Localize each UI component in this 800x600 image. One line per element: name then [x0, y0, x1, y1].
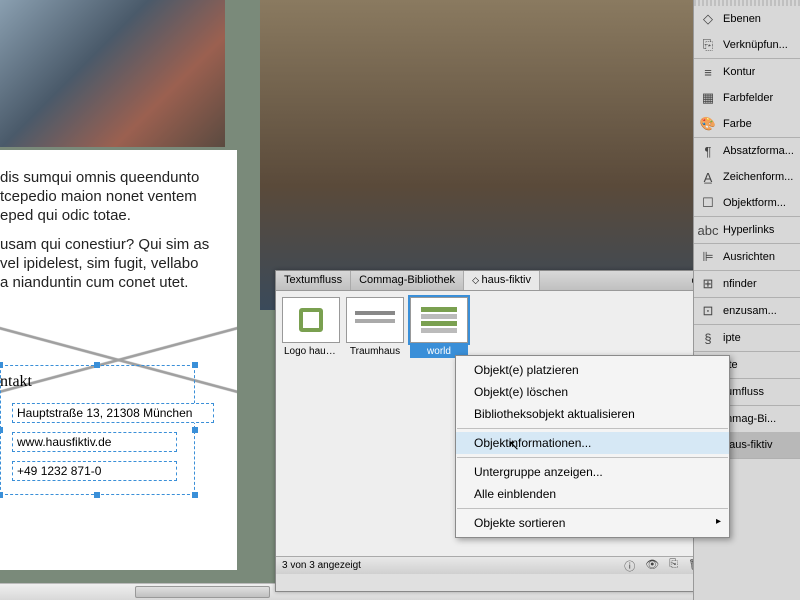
- text-line: tcepedio maion nonet ventem: [0, 188, 197, 205]
- library-item-traumhaus[interactable]: Traumhaus: [346, 297, 404, 550]
- panel-icon: ⎘: [700, 37, 716, 53]
- dock-panel-button[interactable]: ⎘ Verknüpfun...: [694, 32, 800, 58]
- dock-panel-button[interactable]: A̲ Zeichenform...: [694, 164, 800, 190]
- text-line: usam qui conestiur? Qui sim as: [0, 236, 209, 253]
- panel-label: Ausrichten: [723, 251, 775, 263]
- panel-label: Farbe: [723, 118, 752, 130]
- library-item-label: Traumhaus: [346, 345, 404, 358]
- panel-label: Verknüpfun...: [723, 39, 788, 51]
- panel-icon: ▦: [700, 90, 716, 106]
- context-menu-item[interactable]: Untergruppe anzeigen...: [456, 461, 729, 483]
- scrollbar-thumb[interactable]: [135, 586, 270, 598]
- context-menu-item[interactable]: Objektinformationen...: [456, 432, 729, 454]
- panel-label: nfinder: [723, 278, 757, 290]
- dock-panel-button[interactable]: ▦ Farbfelder: [694, 85, 800, 111]
- panel-label: Hyperlinks: [723, 224, 774, 236]
- panel-label: ipte: [723, 332, 741, 344]
- placed-image-pool[interactable]: [260, 0, 710, 310]
- panel-label: Farbfelder: [723, 92, 773, 104]
- context-menu-item[interactable]: Bibliotheksobjekt aktualisieren: [456, 403, 729, 425]
- panel-icon: abc: [700, 222, 716, 238]
- search-icon[interactable]: 👁: [645, 558, 659, 574]
- panel-label: Objektform...: [723, 197, 786, 209]
- text-line: eped qui odic totae.: [0, 207, 131, 224]
- tab-textumfluss[interactable]: Textumfluss: [276, 271, 351, 290]
- panel-icon: ◇: [700, 11, 716, 27]
- panel-icon: ⊞: [700, 276, 716, 292]
- panel-icon: ⊡: [700, 303, 716, 319]
- panel-label: Kontur: [723, 66, 755, 78]
- panel-label: Absatzforma...: [723, 145, 794, 157]
- kontakt-heading: ntakt: [0, 373, 32, 391]
- panel-label: enzusam...: [723, 305, 777, 317]
- library-status-bar: 3 von 3 angezeigt ⓘ 👁 ⎘ 🗑: [276, 556, 708, 574]
- panel-label: haus-fiktiv: [723, 439, 773, 451]
- panel-icon: A̲: [700, 169, 716, 185]
- library-item-label: Logo hausfi...: [282, 345, 340, 358]
- context-menu-item[interactable]: Objekt(e) platzieren: [456, 359, 729, 381]
- website-text-frame[interactable]: www.hausfiktiv.de: [12, 432, 177, 452]
- dock-panel-button[interactable]: § ipte: [694, 325, 800, 351]
- panel-icon: ⊫: [700, 249, 716, 265]
- panel-label: Zeichenform...: [723, 171, 793, 183]
- panel-label: mmag-Bi...: [723, 413, 776, 425]
- new-item-icon[interactable]: ⎘: [669, 558, 678, 574]
- dock-panel-button[interactable]: ¶ Absatzforma...: [694, 138, 800, 164]
- dock-panel-button[interactable]: ◇ Ebenen: [694, 6, 800, 32]
- text-line: vel ipidelest, sim fugit, vellabo: [0, 255, 198, 272]
- panel-icon: §: [700, 330, 716, 346]
- phone-text-frame[interactable]: +49 1232 871-0: [12, 461, 177, 481]
- panel-label: Ebenen: [723, 13, 761, 25]
- tab-commag-bibliothek[interactable]: Commag-Bibliothek: [351, 271, 464, 290]
- dock-panel-button[interactable]: ⊞ nfinder: [694, 271, 800, 297]
- dock-panel-button[interactable]: ☐ Objektform...: [694, 190, 800, 216]
- info-icon[interactable]: ⓘ: [624, 558, 635, 574]
- panel-icon: 🎨: [700, 116, 716, 132]
- dock-panel-button[interactable]: ≡ Kontur: [694, 59, 800, 85]
- library-item-logo[interactable]: Logo hausfi...: [282, 297, 340, 550]
- placed-image-rooftop[interactable]: [0, 0, 225, 147]
- text-line: dis sumqui omnis queendunto: [0, 169, 199, 186]
- library-panel-tabs: Textumfluss Commag-Bibliothek haus-fikti…: [276, 271, 708, 291]
- panel-icon: ≡: [700, 64, 716, 80]
- library-status-text: 3 von 3 angezeigt: [282, 560, 361, 571]
- text-line: a nianduntin cum conet utet.: [0, 274, 188, 291]
- address-text-frame[interactable]: Hauptstraße 13, 21308 München: [12, 403, 214, 423]
- context-menu-item[interactable]: Alle einblenden: [456, 483, 729, 505]
- panel-icon: ¶: [700, 143, 716, 159]
- body-text-frame[interactable]: dis sumqui omnis queendunto tcepedio mai…: [0, 168, 230, 302]
- dock-panel-button[interactable]: ⊫ Ausrichten: [694, 244, 800, 270]
- dock-panel-button[interactable]: abc Hyperlinks: [694, 217, 800, 243]
- context-menu-item[interactable]: Objekt(e) löschen: [456, 381, 729, 403]
- panel-icon: ☐: [700, 195, 716, 211]
- dock-panel-button[interactable]: ⊡ enzusam...: [694, 298, 800, 324]
- context-menu-item[interactable]: Objekte sortieren: [456, 512, 729, 534]
- context-menu: Objekt(e) platzierenObjekt(e) löschenBib…: [455, 355, 730, 538]
- dock-panel-button[interactable]: 🎨 Farbe: [694, 111, 800, 137]
- tab-haus-fiktiv[interactable]: haus-fiktiv: [464, 271, 540, 290]
